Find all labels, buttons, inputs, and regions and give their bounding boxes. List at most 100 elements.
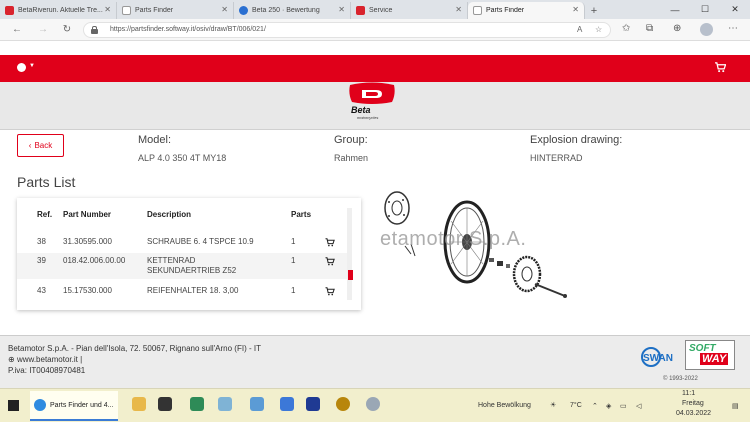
- weather-label[interactable]: Hohe Bewölkung: [478, 402, 531, 409]
- back-label: Back: [34, 141, 53, 150]
- extensions-icon[interactable]: ⊕: [673, 23, 681, 34]
- chevron-up-icon[interactable]: ⌃: [592, 402, 598, 410]
- favorites-icon[interactable]: ✩: [622, 23, 630, 34]
- browser-toolbar: ← → ↻ https://partsfinder.softway.it/osi…: [0, 19, 750, 41]
- app-icon[interactable]: [306, 397, 320, 411]
- logo-subtitle: motorcycles: [357, 115, 379, 120]
- network-icon[interactable]: ◈: [606, 402, 611, 410]
- footer-website-text: www.betamotor.it |: [16, 355, 83, 364]
- cell-ref: 38: [37, 237, 46, 246]
- lock-icon: [91, 26, 98, 34]
- scrollbar-thumb[interactable]: [348, 270, 353, 280]
- notification-icon[interactable]: ▤: [732, 402, 739, 410]
- collections-icon[interactable]: ⧉: [646, 23, 653, 34]
- favorite-star-icon[interactable]: ☆: [595, 25, 602, 34]
- browser-tab[interactable]: BetaRiverun. Aktuelle Tre... ✕: [0, 2, 117, 19]
- chevron-left-icon: ‹: [28, 141, 32, 150]
- clock-date[interactable]: 04.03.2022: [676, 410, 711, 417]
- browser-tab[interactable]: Beta 250 · Bewertung ✕: [234, 2, 351, 19]
- back-button[interactable]: ‹ Back: [17, 134, 64, 157]
- browser-tab[interactable]: Service ✕: [351, 2, 468, 19]
- clock-time[interactable]: 11:1: [682, 390, 695, 397]
- forward-arrow-icon[interactable]: →: [36, 23, 50, 37]
- more-menu-icon[interactable]: ⋯: [728, 23, 738, 34]
- cell-part-number: 15.17530.000: [63, 286, 112, 295]
- explosion-drawing-value: HINTERRAD: [530, 153, 583, 163]
- tab-label: Parts Finder: [135, 7, 174, 14]
- explosion-drawing-label: Explosion drawing:: [530, 134, 623, 146]
- globe-icon: ⊕: [8, 355, 17, 364]
- cell-description: REIFENHALTER 18. 3,00: [147, 286, 239, 295]
- close-tab-icon[interactable]: ✕: [572, 5, 579, 14]
- clock-day[interactable]: Freitag: [682, 400, 704, 407]
- media-player-icon[interactable]: [158, 397, 172, 411]
- footer-address: Betamotor S.p.A. - Pian dell'Isola, 72. …: [8, 344, 261, 353]
- close-tab-icon[interactable]: ✕: [455, 5, 462, 14]
- edge-browser-icon: [34, 399, 46, 411]
- refresh-icon[interactable]: ↻: [60, 23, 74, 37]
- add-to-cart-icon[interactable]: [325, 257, 335, 266]
- weather-sun-icon[interactable]: ☀: [550, 401, 556, 409]
- beta-favicon-icon: [356, 6, 365, 15]
- read-aloud-icon[interactable]: A: [577, 25, 582, 34]
- app-icon[interactable]: [336, 397, 350, 411]
- group-value: Rahmen: [334, 153, 369, 163]
- table-scrollbar[interactable]: [347, 208, 352, 300]
- cell-ref: 39: [37, 256, 46, 265]
- word-icon[interactable]: [280, 397, 294, 411]
- tab-label: Parts Finder: [486, 7, 525, 14]
- cell-ref: 43: [37, 286, 46, 295]
- svg-text:SWAN: SWAN: [643, 353, 673, 364]
- footer-website[interactable]: ⊕ www.betamotor.it |: [8, 355, 82, 364]
- weather-temperature[interactable]: 7°C: [570, 402, 582, 409]
- cell-description: SCHRAUBE 6. 4 TSPCE 10.9: [147, 237, 254, 246]
- back-arrow-icon[interactable]: ←: [10, 23, 24, 37]
- model-value: ALP 4.0 350 4T MY18: [138, 153, 227, 163]
- softway-bottom: WAY: [700, 353, 729, 365]
- page-favicon-icon: [473, 6, 482, 15]
- cell-quantity: 1: [291, 286, 296, 295]
- softway-logo: SOFT WAY: [685, 340, 735, 370]
- taskbar-window-label: Parts Finder und 4...: [50, 401, 114, 409]
- drawing-watermark: etamotor S.p.A.: [380, 228, 527, 250]
- battery-icon[interactable]: ▭: [620, 402, 627, 410]
- table-row[interactable]: 39 018.42.006.00.00 KETTENRAD SEKUNDAERT…: [17, 253, 347, 279]
- minimize-icon[interactable]: —: [660, 0, 690, 19]
- close-tab-icon[interactable]: ✕: [338, 5, 345, 14]
- tab-label: BetaRiverun. Aktuelle Tre...: [18, 7, 103, 14]
- file-explorer-icon[interactable]: [132, 397, 146, 411]
- brake-disc-part[interactable]: [384, 191, 410, 225]
- column-header-ref: Ref.: [37, 210, 53, 219]
- axle-part[interactable]: [534, 283, 567, 298]
- table-row[interactable]: 38 31.30595.000 SCHRAUBE 6. 4 TSPCE 10.9…: [17, 234, 347, 252]
- windows-start-icon[interactable]: [8, 400, 19, 411]
- close-window-icon[interactable]: ✕: [720, 0, 750, 19]
- excel-icon[interactable]: [190, 397, 204, 411]
- address-bar[interactable]: https://partsfinder.softway.it/osiv/draw…: [83, 22, 611, 38]
- new-tab-button[interactable]: +: [585, 2, 603, 19]
- taskbar-active-window[interactable]: Parts Finder und 4...: [30, 391, 118, 421]
- volume-icon[interactable]: ◁: [636, 402, 641, 410]
- browser-tab-active[interactable]: Parts Finder ✕: [468, 2, 585, 19]
- browser-tab[interactable]: Parts Finder ✕: [117, 2, 234, 19]
- globe-language-icon[interactable]: [17, 63, 26, 72]
- app-icon[interactable]: [366, 397, 380, 411]
- app-icon[interactable]: [250, 397, 264, 411]
- close-tab-icon[interactable]: ✕: [221, 5, 228, 14]
- chevron-down-icon[interactable]: ▼: [29, 63, 35, 69]
- url-text: https://partsfinder.softway.it/osiv/draw…: [110, 26, 266, 33]
- maximize-icon[interactable]: ☐: [690, 0, 720, 19]
- model-label: Model:: [138, 134, 172, 146]
- add-to-cart-icon[interactable]: [325, 287, 335, 296]
- footer-copyright: © 1993-2022: [663, 376, 698, 382]
- cell-quantity: 1: [291, 256, 296, 265]
- profile-avatar[interactable]: [700, 23, 713, 36]
- add-to-cart-icon[interactable]: [325, 238, 335, 247]
- cart-icon[interactable]: [715, 62, 726, 73]
- sprocket-part[interactable]: [512, 255, 542, 293]
- app-icon[interactable]: [218, 397, 232, 411]
- column-header-parts: Parts: [291, 210, 312, 219]
- close-tab-icon[interactable]: ✕: [104, 5, 111, 14]
- site-header: ▼: [0, 55, 750, 82]
- table-row[interactable]: 43 15.17530.000 REIFENHALTER 18. 3,00 1: [17, 283, 347, 301]
